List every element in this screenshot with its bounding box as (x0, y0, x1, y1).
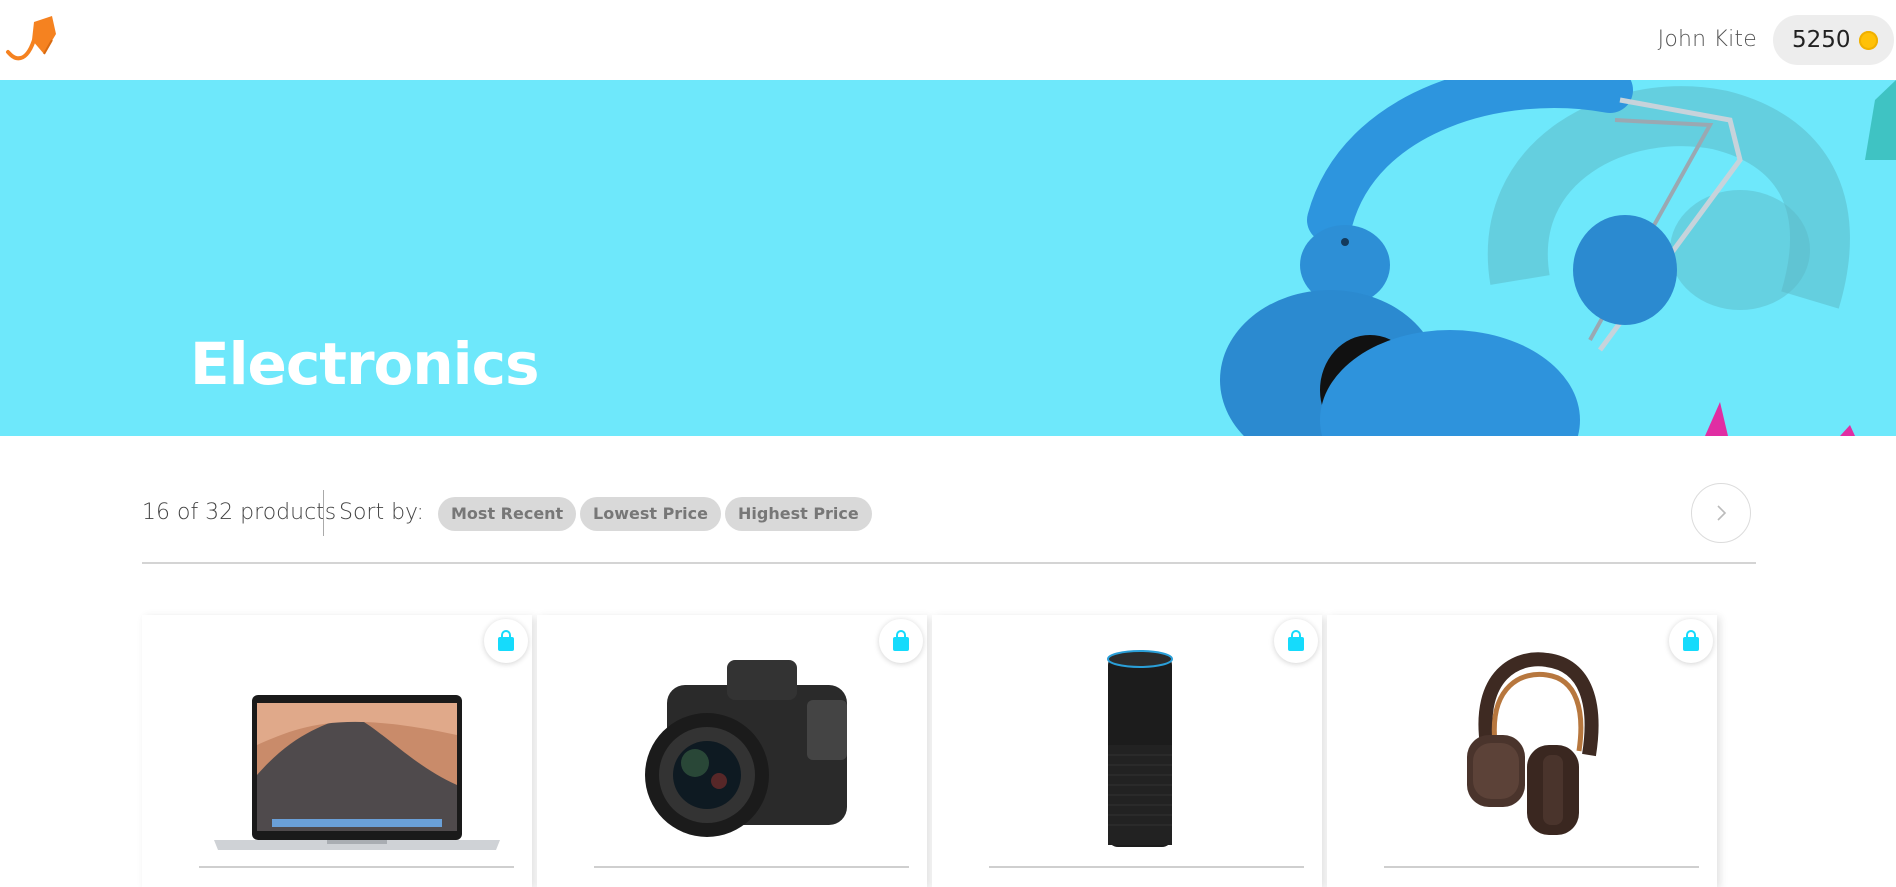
next-page-button[interactable] (1691, 483, 1751, 543)
sort-highest-price-button[interactable]: Highest Price (725, 497, 872, 531)
coin-icon (1858, 30, 1878, 50)
product-card[interactable] (537, 615, 927, 887)
shopping-bag-icon (1683, 630, 1699, 651)
logo-icon[interactable] (4, 14, 60, 66)
product-toolbar: 16 of 32 products Sort by: Most Recent L… (142, 478, 1756, 564)
card-divider (989, 866, 1304, 868)
card-divider (1384, 866, 1699, 868)
shopping-bag-icon (893, 630, 909, 651)
add-to-bag-button[interactable] (484, 619, 528, 663)
headphones-image (1467, 652, 1599, 835)
card-divider (594, 866, 909, 868)
sort-most-recent-button[interactable]: Most Recent (438, 497, 577, 531)
add-to-bag-button[interactable] (1669, 619, 1713, 663)
sort-label: Sort by: (339, 500, 424, 525)
product-count: 16 of 32 products (142, 500, 337, 525)
product-card[interactable] (1327, 615, 1717, 887)
category-banner: Electronics (0, 80, 1896, 436)
coin-balance[interactable]: 5250 (1773, 15, 1894, 65)
add-to-bag-button[interactable] (1274, 619, 1318, 663)
headphones-banner-image (1220, 80, 1896, 436)
product-card[interactable] (142, 615, 532, 887)
top-header: John Kite 5250 (0, 0, 1896, 80)
card-divider (199, 866, 514, 868)
shopping-bag-icon (1288, 630, 1304, 651)
coin-balance-value: 5250 (1792, 27, 1851, 53)
smart-speaker-image (1107, 650, 1173, 847)
shopping-bag-icon (498, 630, 514, 651)
user-name[interactable]: John Kite (1658, 27, 1757, 52)
product-card[interactable] (932, 615, 1322, 887)
toolbar-divider (323, 490, 324, 536)
category-title: Electronics (190, 330, 539, 398)
laptop-image (214, 695, 500, 850)
sort-lowest-price-button[interactable]: Lowest Price (580, 497, 721, 531)
add-to-bag-button[interactable] (879, 619, 923, 663)
camera-image (645, 660, 847, 837)
chevron-right-icon (1717, 505, 1727, 521)
